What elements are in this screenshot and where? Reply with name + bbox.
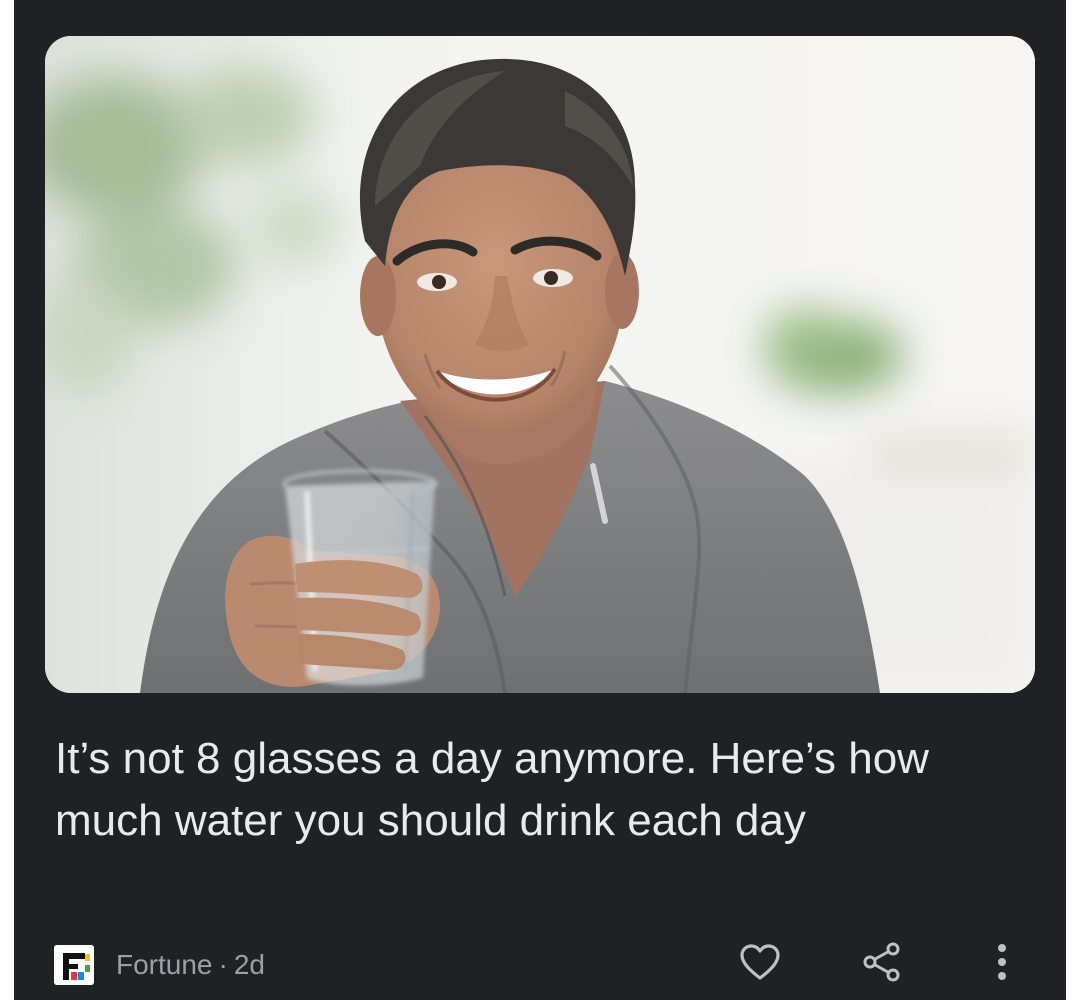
article-meta: Fortune · 2d <box>54 944 265 986</box>
news-card[interactable]: It’s not 8 glasses a day anymore. Here’s… <box>14 0 1066 1000</box>
share-button[interactable] <box>854 936 910 992</box>
share-icon <box>860 940 904 989</box>
heart-icon <box>738 942 782 987</box>
publisher-name[interactable]: Fortune <box>116 945 213 985</box>
publish-age: 2d <box>233 949 265 980</box>
meta-separator: · <box>218 949 228 980</box>
like-button[interactable] <box>732 936 788 992</box>
article-headline[interactable]: It’s not 8 glasses a day anymore. Here’s… <box>55 728 995 852</box>
article-photo <box>45 36 1035 693</box>
article-image[interactable] <box>45 36 1035 693</box>
publisher-logo-icon <box>54 945 94 985</box>
more-options-button[interactable] <box>974 936 1030 992</box>
more-vert-icon <box>992 940 1012 989</box>
